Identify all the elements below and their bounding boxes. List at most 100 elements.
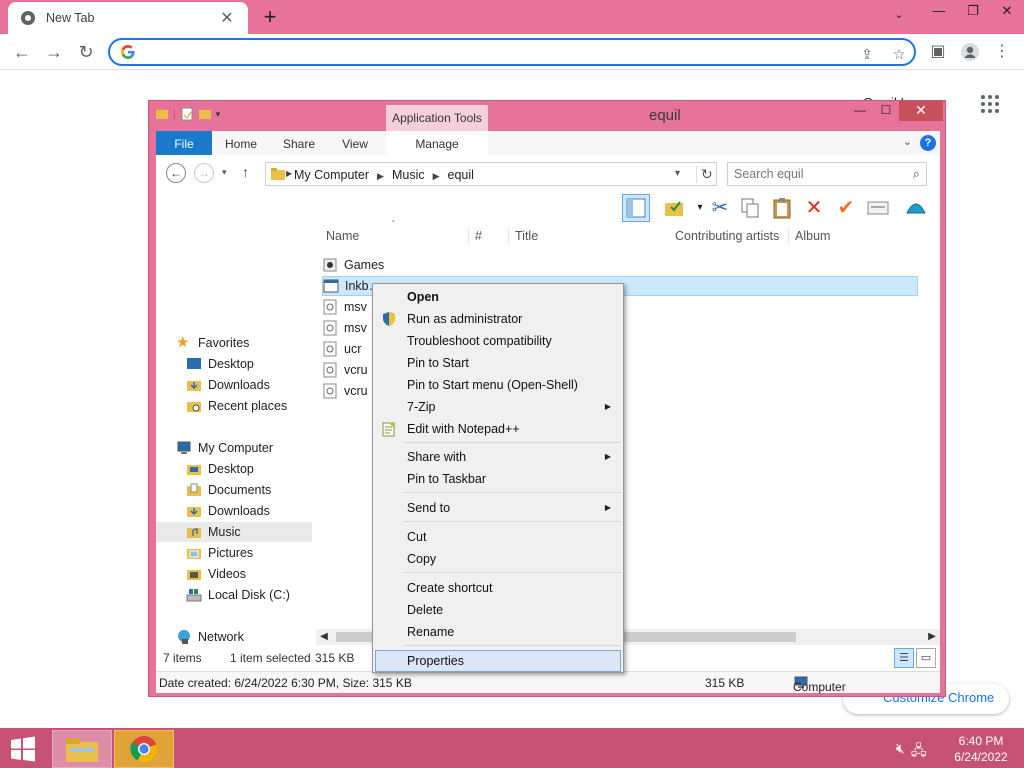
scroll-right-icon[interactable]: ▶ [924,629,940,645]
menu-item-delete[interactable]: Delete [375,599,621,621]
ribbon-tab-file[interactable]: File [156,131,212,155]
menu-item-open[interactable]: Open [375,286,621,308]
menu-item-rename[interactable]: Rename [375,621,621,643]
minimize-icon[interactable]: — [922,0,956,24]
up-arrow-icon[interactable]: ↑ [242,164,249,180]
large-icons-view-icon[interactable]: ▭ [916,648,936,668]
list-item[interactable]: Games [322,255,918,275]
col-header-title[interactable]: Title [515,225,538,249]
col-header-contributing-artists[interactable]: Contributing artists [675,225,779,249]
address-bar[interactable]: ▶ My Computer ▶ Music ▶ equil ▾ ↻ [265,162,717,186]
bookmark-star-icon[interactable]: ☆ [890,45,908,63]
omnibox-input[interactable] [144,43,844,61]
nav-fav-downloads[interactable]: Downloads [186,375,270,395]
folder-options-icon[interactable] [660,194,688,222]
ribbon-tab-manage[interactable]: Manage [386,131,488,155]
nav-documents[interactable]: Documents [186,480,271,500]
google-apps-icon[interactable] [980,94,1000,114]
refresh-icon[interactable]: ↻ [696,166,713,183]
forward-icon[interactable]: → [194,163,214,183]
rename-check-icon[interactable]: ✔ [832,194,860,222]
back-icon[interactable]: ← [166,163,186,183]
menu-item-share-with[interactable]: Share with ▶ [375,446,621,468]
ribbon-tab-share[interactable]: Share [274,131,324,155]
explorer-minimize-icon[interactable]: — [847,101,873,121]
tab-close-icon[interactable]: ✕ [218,8,236,28]
forward-arrow-icon[interactable]: → [42,40,66,64]
column-divider[interactable] [788,227,789,245]
search-input[interactable] [734,167,894,181]
menu-item-pin-start[interactable]: Pin to Start [375,352,621,374]
network-tray-icon[interactable]: 🖧︎ [911,740,927,764]
menu-item-notepadpp[interactable]: Edit with Notepad++ [375,418,621,440]
menu-item-create-shortcut[interactable]: Create shortcut [375,577,621,599]
menu-item-pin-taskbar[interactable]: Pin to Taskbar [375,468,621,490]
crumb-music[interactable]: Music [392,168,425,182]
qat-dropdown-icon[interactable]: ▾ [216,109,221,120]
crumb-sep-icon[interactable]: ▶ [377,171,384,181]
open-shell-icon[interactable] [902,194,930,222]
close-icon[interactable]: ✕ [990,0,1024,24]
nav-favorites[interactable]: ★ Favorites [176,333,249,353]
navigation-pane-icon[interactable] [622,194,650,222]
side-panel-icon[interactable]: ▣ [926,40,950,64]
delete-x-icon[interactable]: ✕ [800,194,828,222]
search-box[interactable]: ⌕ [727,162,927,186]
recent-locations-icon[interactable]: ▾ [222,167,227,178]
new-tab-button[interactable]: + [258,3,282,31]
back-arrow-icon[interactable]: ← [10,40,34,64]
search-icon[interactable]: ⌕ [913,166,920,182]
ribbon-tab-home[interactable]: Home [218,131,264,155]
nav-fav-recent[interactable]: Recent places [186,396,287,416]
nav-network[interactable]: Network [176,627,244,647]
properties-icon[interactable] [864,194,892,222]
nav-downloads[interactable]: Downloads [186,501,270,521]
new-folder-icon[interactable] [198,107,212,121]
share-icon[interactable]: ⇪ [858,45,876,63]
explorer-maximize-icon[interactable]: ☐ [873,101,899,121]
nav-local-disk[interactable]: Local Disk (C:) [186,585,290,605]
col-header-number[interactable]: # [475,225,482,249]
address-dropdown-icon[interactable]: ▾ [675,168,680,179]
column-divider[interactable] [508,227,509,245]
help-icon[interactable]: ? [920,135,936,151]
explorer-close-icon[interactable]: ✕ [899,101,943,121]
ribbon-tab-view[interactable]: View [332,131,378,155]
crumb-arrow-icon[interactable]: ▶ [286,169,292,178]
crumb-my-computer[interactable]: My Computer [294,168,369,182]
restore-icon[interactable]: ❐ [956,0,990,24]
reload-icon[interactable]: ↻ [74,40,98,64]
scroll-left-icon[interactable]: ◀ [316,629,332,645]
tab-search-chevron-icon[interactable]: ⌄ [888,4,910,26]
nav-music[interactable]: Music [156,522,312,542]
menu-item-run-as-admin[interactable]: Run as administrator [375,308,621,330]
menu-item-troubleshoot[interactable]: Troubleshoot compatibility [375,330,621,352]
details-view-icon[interactable]: ☰ [894,648,914,668]
taskbar-file-explorer[interactable] [52,730,112,768]
chrome-menu-icon[interactable]: ⋮ [990,40,1014,64]
speaker-muted-icon[interactable]: 🔇︎ [896,740,905,764]
col-header-name[interactable]: Name [326,225,359,249]
copy-icon[interactable] [736,194,764,222]
taskbar-clock[interactable]: 6:40 PM 6/24/2022 [948,733,1014,765]
ribbon-collapse-icon[interactable]: ⌄ [903,135,912,148]
nav-desktop[interactable]: Desktop [186,459,254,479]
taskbar-chrome[interactable] [114,730,174,768]
paste-clipboard-icon[interactable] [768,194,796,222]
windows-start-icon[interactable] [8,736,38,762]
column-divider[interactable] [468,227,469,245]
crumb-sep-icon[interactable]: ▶ [433,171,440,181]
properties-page-icon[interactable] [180,107,194,121]
nav-fav-desktop[interactable]: Desktop [186,354,254,374]
menu-item-send-to[interactable]: Send to ▶ [375,497,621,519]
menu-item-cut[interactable]: Cut [375,526,621,548]
col-header-album[interactable]: Album [795,225,830,249]
cut-scissors-icon[interactable]: ✂ [706,194,734,222]
menu-item-pin-start-menu[interactable]: Pin to Start menu (Open-Shell) [375,374,621,396]
profile-avatar-icon[interactable] [958,40,982,64]
menu-item-properties[interactable]: Properties [375,650,621,672]
nav-pictures[interactable]: Pictures [186,543,253,563]
crumb-equil[interactable]: equil [448,168,474,182]
menu-item-copy[interactable]: Copy [375,548,621,570]
omnibox[interactable]: ⇪ ☆ [108,38,916,66]
